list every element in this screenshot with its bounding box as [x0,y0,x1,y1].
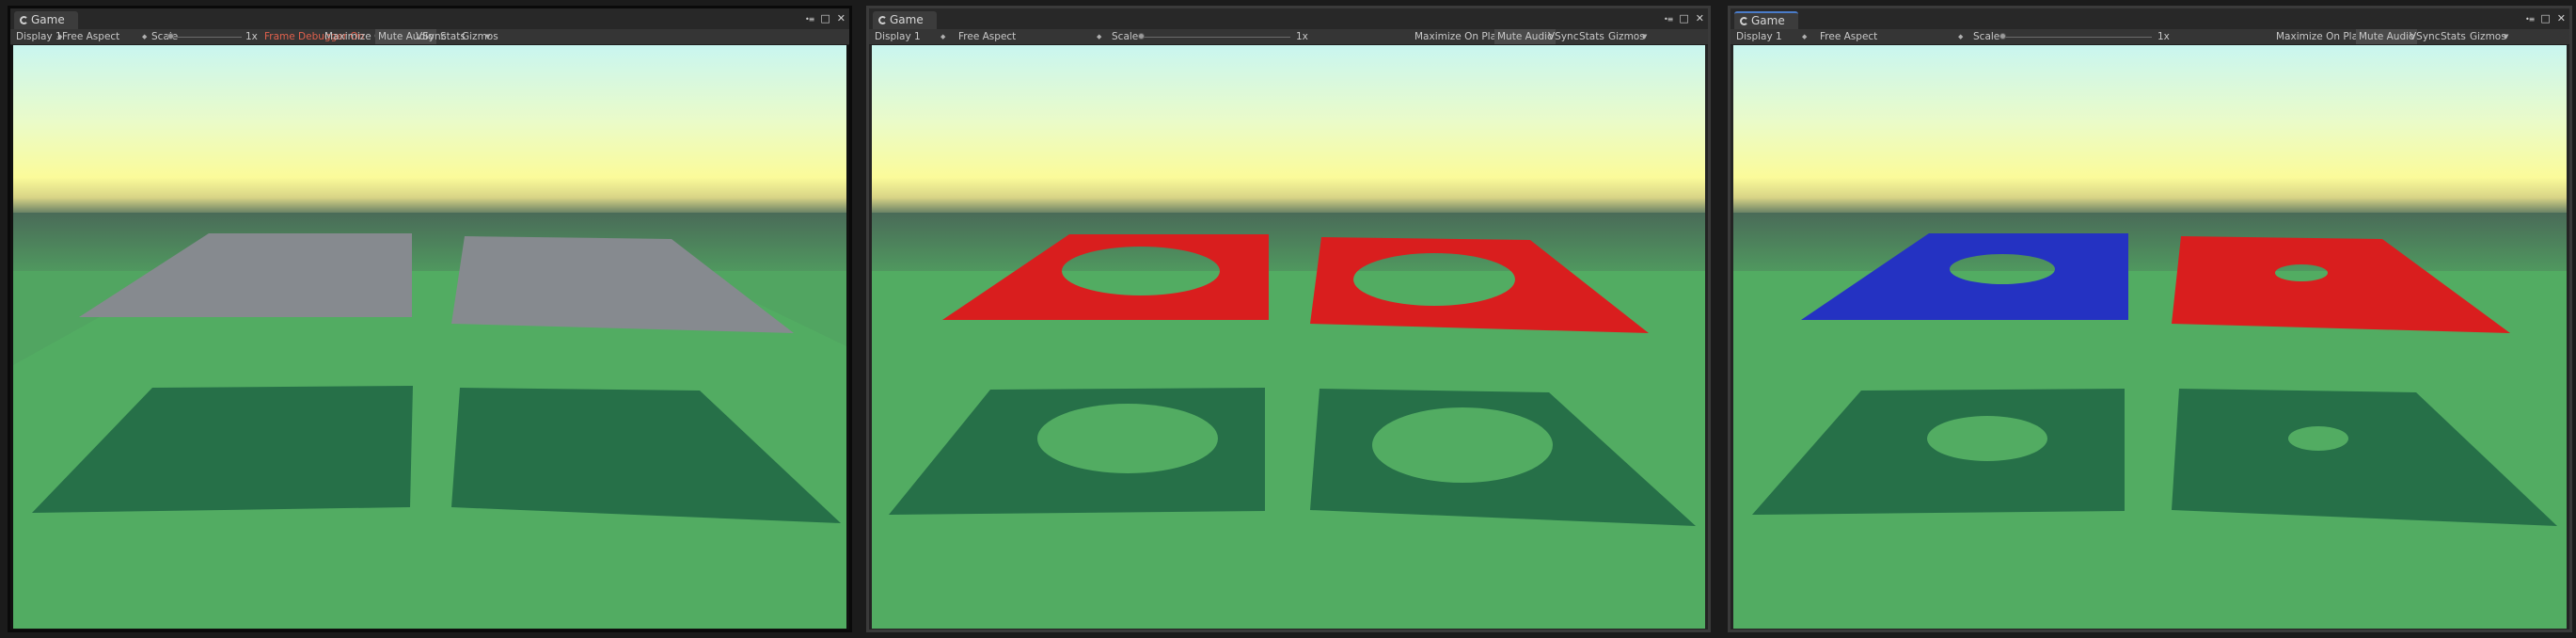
tab-game[interactable]: Game [1734,11,1798,29]
chevron-updown-icon: ◆ [940,33,946,40]
scale-slider[interactable] [1140,37,1290,38]
right-shadow-hole [2288,426,2348,451]
tab-game[interactable]: Game [873,11,937,29]
aspect-dropdown[interactable]: Free Aspect [958,29,1016,44]
tab-label: Game [890,13,924,26]
gizmos-dropdown[interactable]: Gizmos [462,29,498,44]
scale-slider-handle[interactable] [1138,33,1145,40]
tab-bar: Game •≡ □ ✕ [869,8,1708,29]
chevron-updown-icon: ◆ [142,33,148,40]
aspect-dropdown[interactable]: Free Aspect [1820,29,1877,44]
scale-label: Scale [1973,31,2000,42]
dropdown-arrow-icon[interactable]: ▼ [2504,29,2508,44]
scale-label: Scale [1112,31,1139,42]
gizmos-dropdown[interactable]: Gizmos [1608,29,1645,44]
display-dropdown[interactable]: Display 1 [16,29,62,44]
stats-toggle[interactable]: Stats [2441,29,2466,44]
scale-slider-handle[interactable] [1999,33,2006,40]
stats-toggle[interactable]: Stats [1579,29,1604,44]
game-window-3: Game •≡ □ ✕ Display 1 ◆ Free Aspect ◆ Scal… [1728,6,2572,632]
game-window-1: Game •≡ □ ✕ Display 1 ◆ Free Aspect ◆ Scal… [8,6,852,632]
scene-render [13,45,846,629]
scale-slider[interactable] [2001,37,2152,38]
tab-label: Game [1751,14,1785,27]
dropdown-arrow-icon[interactable]: ▼ [485,29,490,44]
chevron-updown-icon: ◆ [1097,33,1102,40]
game-icon [1740,17,1748,25]
scale-value: 1x [245,31,258,42]
close-icon[interactable]: ✕ [1696,12,1704,24]
window-controls: •≡ □ ✕ [1657,12,1704,24]
window-controls: •≡ □ ✕ [2519,12,2566,24]
chevron-updown-icon: ◆ [1802,33,1808,40]
chevron-updown-icon: ◆ [1958,33,1964,40]
game-icon [878,16,887,24]
game-viewport[interactable] [1733,45,2567,629]
vsync-toggle[interactable]: VSync [2410,29,2441,44]
vsync-toggle[interactable]: VSync [1548,29,1579,44]
dropdown-arrow-icon[interactable]: ▼ [1642,29,1647,44]
display-dropdown[interactable]: Display 1 [875,29,921,44]
context-menu-icon[interactable]: •≡ [805,15,814,24]
right-shadow-hole [1372,407,1553,483]
game-toolbar: Display 1 ◆ Free Aspect ◆ Scale 1x Frame… [10,29,849,45]
scene-render [872,45,1705,629]
mute-audio-toggle[interactable]: Mute Audio [1494,29,1557,44]
context-menu-icon[interactable]: •≡ [1664,15,1673,24]
gizmos-dropdown[interactable]: Gizmos [2470,29,2506,44]
aspect-dropdown[interactable]: Free Aspect [62,29,119,44]
close-icon[interactable]: ✕ [2557,12,2566,24]
left-shadow-hole [1927,416,2047,461]
game-viewport[interactable] [13,45,846,629]
window-controls: •≡ □ ✕ [798,12,845,24]
scene-render [1733,45,2567,629]
mute-audio-toggle[interactable]: Mute Audio [2356,29,2418,44]
tab-bar: Game •≡ □ ✕ [10,8,849,29]
game-toolbar: Display 1 ◆ Free Aspect ◆ Scale 1x Maxim… [869,29,1708,45]
game-icon [20,16,28,24]
maximize-icon[interactable]: □ [2540,12,2550,24]
game-toolbar: Display 1 ◆ Free Aspect ◆ Scale 1x Maxim… [1731,29,2569,45]
tab-bar: Game •≡ □ ✕ [1731,8,2569,29]
context-menu-icon[interactable]: •≡ [2525,15,2535,24]
maximize-icon[interactable]: □ [1679,12,1688,24]
scale-value: 1x [1296,31,1308,42]
close-icon[interactable]: ✕ [837,12,845,24]
left-shadow-hole [1037,404,1218,473]
display-dropdown[interactable]: Display 1 [1736,29,1782,44]
maximize-on-play-toggle[interactable]: Maximize On Play [1414,29,1502,44]
maximize-icon[interactable]: □ [820,12,830,24]
tab-label: Game [31,13,65,26]
maximize-on-play-toggle[interactable]: Maximize On Play [2276,29,2363,44]
tab-game[interactable]: Game [14,11,78,29]
game-viewport[interactable] [872,45,1705,629]
scale-slider[interactable] [170,37,242,38]
scale-value: 1x [2157,31,2170,42]
game-window-2: Game •≡ □ ✕ Display 1 ◆ Free Aspect ◆ Scal… [866,6,1711,632]
scale-slider-handle[interactable] [167,33,174,40]
